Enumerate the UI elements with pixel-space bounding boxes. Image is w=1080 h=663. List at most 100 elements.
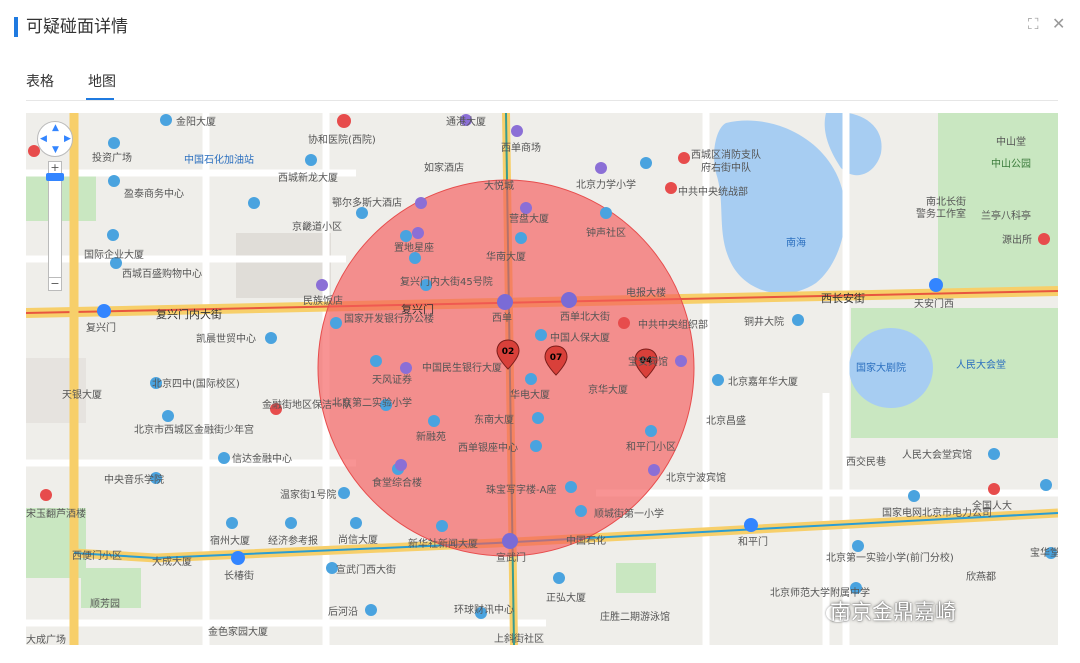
svg-text:正弘大厦: 正弘大厦 xyxy=(546,591,586,604)
svg-text:西单银座中心: 西单银座中心 xyxy=(458,441,518,454)
svg-text:宝安宾馆: 宝安宾馆 xyxy=(628,355,668,368)
svg-text:北京昌盛: 北京昌盛 xyxy=(706,414,746,427)
svg-text:宣武门西大街: 宣武门西大街 xyxy=(336,563,396,576)
svg-text:国家电网北京市电力公司: 国家电网北京市电力公司 xyxy=(882,506,992,519)
zoom-slider-handle[interactable] xyxy=(46,173,64,181)
svg-text:金阳大厦: 金阳大厦 xyxy=(176,115,216,128)
active-tab-indicator xyxy=(86,98,114,100)
svg-text:府右街中队: 府右街中队 xyxy=(701,161,751,174)
svg-text:中央音乐学院: 中央音乐学院 xyxy=(104,473,164,486)
svg-text:和平门: 和平门 xyxy=(738,535,768,548)
svg-text:后河沿: 后河沿 xyxy=(328,606,358,618)
tab-map[interactable]: 地图 xyxy=(88,70,116,94)
svg-text:宋玉翻芦酒楼: 宋玉翻芦酒楼 xyxy=(26,507,86,520)
svg-text:北京第一实验小学(前门分校): 北京第一实验小学(前门分校) xyxy=(826,551,954,564)
svg-text:华电大厦: 华电大厦 xyxy=(510,388,550,401)
svg-text:西单北大街: 西单北大街 xyxy=(560,310,610,323)
svg-text:珠宝写字楼-A座: 珠宝写字楼-A座 xyxy=(486,483,556,496)
svg-text:和平门小区: 和平门小区 xyxy=(626,440,676,453)
svg-text:鄂尔多斯大酒店: 鄂尔多斯大酒店 xyxy=(332,196,402,209)
svg-text:钟声社区: 钟声社区 xyxy=(586,226,626,239)
svg-text:西交民巷: 西交民巷 xyxy=(846,455,886,468)
svg-text:宿州大厦: 宿州大厦 xyxy=(210,534,250,547)
svg-text:宝华堂: 宝华堂 xyxy=(1030,546,1058,559)
map-zoom-control: ▲ ▼ ◀ ▶ + − xyxy=(36,121,76,301)
svg-text:西长安街: 西长安街 xyxy=(821,291,865,305)
svg-text:复兴门: 复兴门 xyxy=(86,321,116,334)
close-icon[interactable]: ✕ xyxy=(1052,14,1065,34)
svg-text:大悦城: 大悦城 xyxy=(484,179,514,192)
svg-text:兰亭八科亭: 兰亭八科亭 xyxy=(981,209,1031,222)
svg-text:西城区消防支队: 西城区消防支队 xyxy=(691,148,761,161)
svg-text:尚信大厦: 尚信大厦 xyxy=(338,533,378,546)
svg-text:复兴门内大街45号院: 复兴门内大街45号院 xyxy=(400,275,493,288)
svg-text:置地星座: 置地星座 xyxy=(394,241,434,254)
svg-text:协和医院(西院): 协和医院(西院) xyxy=(308,133,376,146)
svg-text:食堂综合楼: 食堂综合楼 xyxy=(372,476,422,489)
marker-07-label: 07 xyxy=(550,353,563,363)
svg-text:北京宁波宾馆: 北京宁波宾馆 xyxy=(666,471,726,484)
svg-text:中国人保大厦: 中国人保大厦 xyxy=(550,331,610,344)
svg-text:中共中央统战部: 中共中央统战部 xyxy=(678,185,748,198)
map-canvas[interactable]: 02 07 04 金阳大厦 通港大厦 协和医院(西院) 西单商场 投资广场 中国… xyxy=(26,113,1058,645)
svg-text:上斜街社区: 上斜街社区 xyxy=(494,632,544,645)
svg-text:北京力学小学: 北京力学小学 xyxy=(576,178,636,191)
svg-text:盈泰商务中心: 盈泰商务中心 xyxy=(124,187,184,200)
svg-text:警务工作室: 警务工作室 xyxy=(916,207,966,220)
svg-text:民族饭店: 民族饭店 xyxy=(303,294,343,307)
svg-text:国家开发银行办公楼: 国家开发银行办公楼 xyxy=(344,312,434,325)
svg-text:经济参考报: 经济参考报 xyxy=(268,534,318,547)
svg-text:铜井大院: 铜井大院 xyxy=(744,315,784,328)
svg-text:西城新龙大厦: 西城新龙大厦 xyxy=(278,171,338,184)
svg-text:复兴门内大街: 复兴门内大街 xyxy=(156,307,222,321)
svg-text:西便门小区: 西便门小区 xyxy=(72,549,122,562)
park-area xyxy=(616,563,656,593)
svg-text:顺芳园: 顺芳园 xyxy=(90,597,120,610)
svg-text:如家酒店: 如家酒店 xyxy=(424,161,464,174)
svg-text:华南大厦: 华南大厦 xyxy=(486,250,526,263)
tab-table[interactable]: 表格 xyxy=(26,70,54,94)
svg-text:西单: 西单 xyxy=(492,312,512,324)
svg-text:天安门西: 天安门西 xyxy=(914,297,954,310)
svg-text:金色家园大厦: 金色家园大厦 xyxy=(208,625,268,638)
title-accent-bar xyxy=(14,17,18,37)
expand-icon[interactable]: ⛶ xyxy=(1028,14,1039,34)
svg-text:顺城街第一小学: 顺城街第一小学 xyxy=(594,507,664,520)
svg-text:中国石化: 中国石化 xyxy=(566,534,606,547)
svg-text:宣武门: 宣武门 xyxy=(496,551,526,564)
svg-text:中共中央组织部: 中共中央组织部 xyxy=(638,318,708,331)
svg-text:中国民生银行大厦: 中国民生银行大厦 xyxy=(422,361,502,374)
dialog-header: 可疑碰面详情 ⛶ ✕ xyxy=(0,0,1080,56)
svg-text:欣燕都: 欣燕都 xyxy=(966,570,996,583)
svg-text:营盘大厦: 营盘大厦 xyxy=(509,212,549,225)
svg-text:信达金融中心: 信达金融中心 xyxy=(232,452,292,465)
marker-02-label: 02 xyxy=(502,347,515,357)
view-tabs: 表格 地图 xyxy=(26,70,1058,101)
svg-text:天风证券: 天风证券 xyxy=(372,373,412,386)
svg-text:国家大剧院: 国家大剧院 xyxy=(856,361,906,374)
svg-text:京畿道小区: 京畿道小区 xyxy=(292,220,342,233)
svg-text:金融街地区保洁一队: 金融街地区保洁一队 xyxy=(262,398,352,411)
svg-text:西城百盛购物中心: 西城百盛购物中心 xyxy=(122,267,202,280)
svg-text:新华社新闻大厦: 新华社新闻大厦 xyxy=(408,537,478,550)
svg-text:京华大厦: 京华大厦 xyxy=(588,383,628,396)
svg-text:中国石化加油站: 中国石化加油站 xyxy=(184,153,254,166)
pan-control-icon[interactable]: ▲ ▼ ◀ ▶ xyxy=(37,121,73,157)
svg-text:大成大厦: 大成大厦 xyxy=(152,555,192,568)
svg-text:北京嘉年华大厦: 北京嘉年华大厦 xyxy=(728,375,798,388)
zoom-out-button[interactable]: − xyxy=(48,277,62,291)
svg-text:凯晨世贸中心: 凯晨世贸中心 xyxy=(196,332,256,345)
svg-text:北京四中(国际校区): 北京四中(国际校区) xyxy=(152,377,240,390)
svg-text:人民大会堂: 人民大会堂 xyxy=(956,358,1006,371)
svg-text:温家街1号院: 温家街1号院 xyxy=(280,488,336,501)
watermark-text: 南京金鼎嘉崎 xyxy=(830,600,956,624)
svg-text:人民大会堂宾馆: 人民大会堂宾馆 xyxy=(902,448,972,461)
svg-text:南海: 南海 xyxy=(786,236,806,249)
svg-text:新融苑: 新融苑 xyxy=(416,430,446,443)
svg-text:南北长街: 南北长街 xyxy=(926,195,966,208)
svg-text:庄胜二期游泳馆: 庄胜二期游泳馆 xyxy=(600,610,670,623)
svg-text:西单商场: 西单商场 xyxy=(501,141,541,154)
svg-text:东南大厦: 东南大厦 xyxy=(474,413,514,426)
svg-text:源出所: 源出所 xyxy=(1002,233,1032,246)
svg-text:中山堂: 中山堂 xyxy=(996,135,1026,148)
